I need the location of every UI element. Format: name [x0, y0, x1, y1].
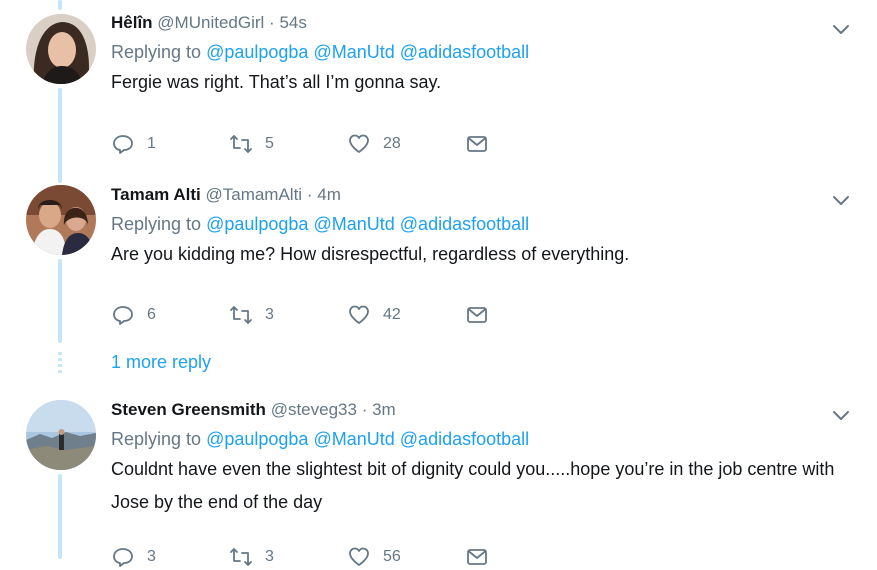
avatar[interactable]	[26, 185, 96, 255]
retweet-button[interactable]: 3	[229, 303, 347, 327]
avatar[interactable]	[26, 14, 96, 84]
separator-dot: ·	[306, 185, 313, 204]
like-count: 28	[383, 135, 401, 152]
avatar[interactable]	[26, 400, 96, 470]
tweet-text: Are you kidding me? How disrespectful, r…	[111, 244, 630, 264]
separator-dot: ·	[269, 13, 275, 32]
tweet-text: Couldnt have even the slightest bit of d…	[111, 459, 835, 512]
tweet-header: Tamam Alti @TamamAlti · 4m	[111, 184, 857, 206]
timestamp[interactable]: 3m	[372, 400, 396, 419]
timestamp[interactable]: 54s	[279, 13, 306, 32]
tweet-actions: 1 5 28	[111, 131, 583, 157]
message-button[interactable]	[465, 303, 583, 327]
like-button[interactable]: 56	[347, 545, 465, 569]
message-icon	[467, 549, 487, 565]
reply-button[interactable]: 3	[111, 545, 229, 569]
like-count: 42	[383, 306, 401, 323]
mention-link[interactable]: @adidasfootball	[400, 42, 529, 62]
message-icon	[467, 136, 487, 152]
like-icon	[349, 305, 369, 324]
reply-icon	[113, 135, 133, 154]
replying-to-label: Replying to	[111, 214, 202, 234]
mention-link[interactable]: @ManUtd	[313, 214, 394, 234]
timestamp[interactable]: 4m	[317, 185, 341, 204]
thread-dots	[58, 352, 62, 376]
separator-dot: ·	[361, 400, 368, 419]
reply-count: 1	[147, 135, 156, 152]
like-icon	[349, 134, 369, 153]
message-icon	[467, 307, 487, 323]
like-button[interactable]: 28	[347, 132, 465, 156]
mention-link[interactable]: @adidasfootball	[400, 214, 529, 234]
tweet-text: Fergie was right. That’s all I’m gonna s…	[111, 72, 442, 92]
retweet-icon	[230, 548, 252, 566]
retweet-count: 3	[265, 306, 274, 323]
retweet-button[interactable]: 5	[229, 132, 347, 156]
display-name[interactable]: Hêlîn	[111, 13, 153, 32]
display-name[interactable]: Steven Greensmith	[111, 400, 266, 419]
reply-icon	[113, 548, 133, 567]
tweet-actions: 6 3 42	[111, 302, 583, 328]
retweet-count: 3	[265, 548, 274, 565]
tweet[interactable]: Hêlîn @MUnitedGirl · 54s Replying to @pa…	[0, 0, 877, 175]
tweet[interactable]: Tamam Alti @TamamAlti · 4m Replying to @…	[0, 175, 877, 345]
mention-link[interactable]: @adidasfootball	[400, 429, 529, 449]
like-count: 56	[383, 548, 401, 565]
tweet[interactable]: Steven Greensmith @steveg33 · 3m Replyin…	[0, 390, 877, 567]
show-more-replies-link[interactable]: 1 more reply	[111, 352, 211, 373]
mention-link[interactable]: @ManUtd	[313, 42, 394, 62]
user-handle[interactable]: @MUnitedGirl	[157, 13, 264, 32]
reply-count: 3	[147, 548, 156, 565]
like-icon	[349, 547, 369, 566]
retweet-icon	[230, 306, 252, 324]
mention-link[interactable]: @paulpogba	[206, 42, 308, 62]
message-button[interactable]	[465, 132, 583, 156]
message-button[interactable]	[465, 545, 583, 569]
reply-button[interactable]: 6	[111, 303, 229, 327]
mention-link[interactable]: @ManUtd	[313, 429, 394, 449]
like-button[interactable]: 42	[347, 303, 465, 327]
replying-to-label: Replying to	[111, 429, 202, 449]
tweet-header: Hêlîn @MUnitedGirl · 54s	[111, 12, 857, 34]
retweet-count: 5	[265, 135, 274, 152]
replying-to: Replying to @paulpogba @ManUtd @adidasfo…	[111, 40, 857, 64]
reply-icon	[113, 306, 133, 325]
mention-link[interactable]: @paulpogba	[206, 429, 308, 449]
replying-to-label: Replying to	[111, 42, 202, 62]
user-handle[interactable]: @steveg33	[271, 400, 357, 419]
reply-count: 6	[147, 306, 156, 323]
retweet-icon	[230, 135, 252, 153]
tweet-actions: 3 3 56	[111, 544, 583, 570]
display-name[interactable]: Tamam Alti	[111, 185, 201, 204]
user-handle[interactable]: @TamamAlti	[205, 185, 302, 204]
reply-button[interactable]: 1	[111, 132, 229, 156]
tweet-header: Steven Greensmith @steveg33 · 3m	[111, 399, 857, 421]
retweet-button[interactable]: 3	[229, 545, 347, 569]
replying-to: Replying to @paulpogba @ManUtd @adidasfo…	[111, 212, 857, 236]
mention-link[interactable]: @paulpogba	[206, 214, 308, 234]
replying-to: Replying to @paulpogba @ManUtd @adidasfo…	[111, 427, 857, 451]
